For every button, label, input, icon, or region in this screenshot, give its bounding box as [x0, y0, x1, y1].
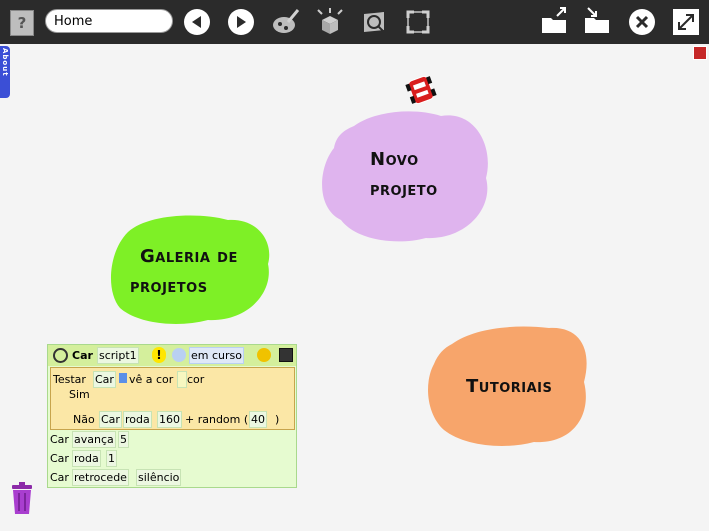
yes-label: Sim	[69, 388, 90, 401]
number-tile[interactable]: 160	[157, 411, 182, 428]
exclamation-icon[interactable]: !	[152, 347, 166, 363]
novo-projeto-line1: Novo	[370, 149, 419, 170]
no-label: Não	[73, 413, 95, 426]
script-menu-icon[interactable]	[257, 348, 271, 362]
fullscreen-view-button[interactable]	[402, 6, 434, 38]
color-input[interactable]	[177, 371, 187, 388]
car-sprite[interactable]	[404, 73, 438, 107]
folder-open-icon	[542, 7, 566, 33]
galeria-line2: projetos	[130, 276, 208, 297]
expand-frame-icon	[406, 10, 430, 34]
project-name-field[interactable]	[45, 9, 173, 33]
number-tile[interactable]: 40	[249, 411, 267, 428]
novo-projeto-line2: projeto	[370, 179, 438, 200]
car-icon	[405, 75, 437, 105]
script-row[interactable]: Car retrocede silêncio	[48, 469, 296, 487]
paint-palette-icon	[273, 9, 300, 33]
about-flap[interactable]: About	[0, 46, 10, 98]
corner-menu-icon[interactable]	[693, 46, 707, 60]
next-page-button[interactable]	[228, 9, 254, 35]
galeria-cloud[interactable]: Galeria de projetos	[108, 212, 272, 326]
color-swatch-icon[interactable]	[119, 373, 127, 383]
open-box-icon	[317, 8, 343, 34]
script-status[interactable]: em curso	[189, 347, 244, 364]
script-object-name: Car	[72, 349, 93, 362]
row-value[interactable]: 1	[106, 450, 117, 467]
supplies-button[interactable]	[314, 6, 346, 38]
trash-icon	[12, 482, 32, 514]
car-tile[interactable]: Car	[99, 411, 122, 428]
load-project-button[interactable]	[539, 6, 571, 38]
magnifier-box-icon	[364, 12, 384, 32]
turn-tile[interactable]: roda	[123, 411, 152, 428]
random-label: + random (	[185, 413, 249, 426]
stop-script-icon[interactable]	[53, 348, 68, 363]
tutoriais-cloud[interactable]: Tutoriais	[424, 322, 590, 448]
trash-can-icon[interactable]	[10, 482, 34, 516]
row-action[interactable]: roda	[72, 450, 101, 467]
row-action[interactable]: avança	[72, 431, 116, 448]
paren-label: )	[275, 413, 280, 426]
find-button[interactable]	[358, 6, 390, 38]
row-value[interactable]: silêncio	[136, 469, 182, 486]
script-row[interactable]: Car roda 1	[48, 450, 296, 468]
row-action[interactable]: retrocede	[72, 469, 129, 486]
help-button[interactable]: ?	[10, 10, 34, 36]
paint-button[interactable]	[270, 6, 302, 38]
toolbar: ?	[0, 0, 709, 44]
galeria-line1: Galeria de	[140, 246, 238, 267]
triangle-right-icon	[237, 16, 246, 28]
tutoriais-label: Tutoriais	[466, 376, 553, 397]
help-icon: ?	[17, 14, 27, 32]
row-object: Car	[50, 452, 69, 465]
previous-page-button[interactable]	[184, 9, 210, 35]
close-icon	[629, 9, 655, 35]
script-name[interactable]: script1	[97, 347, 139, 364]
novo-projeto-cloud[interactable]: Novo projeto	[316, 108, 491, 244]
color-label: cor	[187, 373, 205, 386]
test-label: Testar	[53, 373, 86, 386]
status-dot-icon[interactable]	[172, 348, 186, 362]
triangle-left-icon	[192, 16, 201, 28]
fullscreen-button[interactable]	[670, 6, 702, 38]
script-row[interactable]: Car avança 5	[48, 431, 296, 449]
car-tile[interactable]: Car	[93, 371, 116, 388]
row-value[interactable]: 5	[118, 431, 129, 448]
sees-color-label: vê a cor	[129, 373, 174, 386]
save-project-button[interactable]	[582, 6, 614, 38]
quit-button[interactable]	[626, 6, 658, 38]
script-panel[interactable]: Car script1 ! em curso Testar Car vê a c…	[47, 344, 297, 488]
row-object: Car	[50, 471, 69, 484]
script-header: Car script1 ! em curso	[48, 345, 296, 366]
collapse-script-icon[interactable]	[279, 348, 293, 362]
row-object: Car	[50, 433, 69, 446]
folder-save-icon	[585, 7, 609, 33]
test-block[interactable]: Testar Car vê a cor cor Sim Não Car roda…	[50, 367, 295, 430]
expand-icon	[673, 9, 699, 35]
